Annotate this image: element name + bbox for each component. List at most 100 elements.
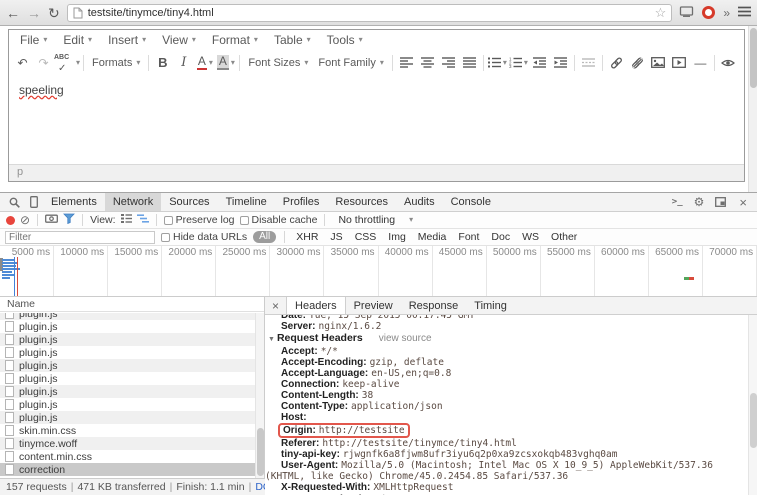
name-column-header[interactable]: Name <box>0 297 264 312</box>
requests-scrollbar[interactable] <box>255 313 264 478</box>
clear-icon[interactable]: ⊘ <box>20 214 30 226</box>
bullet-list-button[interactable]: ▾ <box>487 52 508 73</box>
horizontal-rule-button[interactable]: — <box>690 52 711 73</box>
element-path[interactable]: p <box>17 166 23 178</box>
hide-data-urls-checkbox[interactable] <box>161 233 170 242</box>
table-row[interactable]: plugin.js <box>0 411 255 424</box>
overflow-chevron-icon[interactable]: » <box>723 6 730 20</box>
view-source-link[interactable]: view source <box>379 333 432 344</box>
menu-edit[interactable]: Edit▾ <box>55 30 100 50</box>
tab-preview[interactable]: Preview <box>346 297 401 314</box>
bookmark-star-icon[interactable]: ☆ <box>655 6 667 19</box>
table-row-selected[interactable]: correction <box>0 463 255 476</box>
font-sizes-dropdown[interactable]: Font Sizes▾ <box>243 52 313 73</box>
bold-button[interactable]: B <box>152 52 173 73</box>
console-drawer-icon[interactable]: >_ <box>667 197 688 207</box>
gear-icon[interactable]: ⚙ <box>690 195 709 209</box>
table-row[interactable]: plugin.js <box>0 359 255 372</box>
filter-type-css[interactable]: CSS <box>352 231 380 243</box>
align-left-button[interactable] <box>396 52 417 73</box>
screenshots-icon[interactable] <box>45 214 58 226</box>
close-details-icon[interactable]: × <box>265 299 286 313</box>
text-color-button[interactable]: A▾ <box>194 52 215 73</box>
outdent-button[interactable] <box>529 52 550 73</box>
menu-file[interactable]: File▾ <box>12 30 55 50</box>
filter-type-other[interactable]: Other <box>548 231 580 243</box>
tab-timing[interactable]: Timing <box>466 297 515 314</box>
tab-network[interactable]: Network <box>105 193 161 211</box>
view-waterfall-icon[interactable] <box>137 214 149 226</box>
tab-console[interactable]: Console <box>443 193 499 211</box>
disable-cache-toggle[interactable]: Disable cache <box>240 214 318 226</box>
network-overview[interactable]: 5000 ms 10000 ms 15000 ms 20000 ms 25000… <box>0 246 757 297</box>
page-break-button[interactable] <box>578 52 599 73</box>
filter-type-media[interactable]: Media <box>415 231 450 243</box>
dock-side-icon[interactable] <box>710 197 731 207</box>
back-button[interactable]: ← <box>6 6 20 20</box>
table-row[interactable]: plugin.js <box>0 313 255 320</box>
align-center-button[interactable] <box>417 52 438 73</box>
record-button[interactable] <box>6 216 15 225</box>
tab-audits[interactable]: Audits <box>396 193 443 211</box>
tab-response[interactable]: Response <box>401 297 467 314</box>
align-right-button[interactable] <box>438 52 459 73</box>
table-row[interactable]: skin.min.css <box>0 424 255 437</box>
filter-type-font[interactable]: Font <box>455 231 482 243</box>
table-row[interactable]: plugin.js <box>0 398 255 411</box>
filter-type-img[interactable]: Img <box>385 231 409 243</box>
details-scrollbar[interactable] <box>748 315 757 495</box>
background-color-button[interactable]: A▾ <box>215 52 236 73</box>
font-family-dropdown[interactable]: Font Family▾ <box>313 52 388 73</box>
preview-button[interactable] <box>718 52 739 73</box>
redo-button[interactable]: ↷ <box>33 52 54 73</box>
table-row[interactable]: plugin.js <box>0 385 255 398</box>
spellcheck-button[interactable]: ABC ✓ ▾ <box>54 52 80 73</box>
numbered-list-button[interactable]: 123▾ <box>508 52 529 73</box>
menu-table[interactable]: Table▾ <box>266 30 319 50</box>
filter-type-doc[interactable]: Doc <box>488 231 513 243</box>
device-toolbar-icon[interactable] <box>25 196 43 208</box>
disable-cache-checkbox[interactable] <box>240 216 249 225</box>
filter-type-js[interactable]: JS <box>327 231 345 243</box>
details-scrollbar-thumb[interactable] <box>750 393 757 448</box>
extension-icon[interactable] <box>702 6 715 19</box>
page-scrollbar[interactable] <box>748 26 757 192</box>
menu-format[interactable]: Format▾ <box>204 30 266 50</box>
italic-button[interactable]: I <box>173 52 194 73</box>
preserve-log-toggle[interactable]: Preserve log <box>164 214 235 226</box>
throttling-dropdown[interactable]: No throttling ▾ <box>332 214 419 226</box>
table-row[interactable]: plugin.js <box>0 320 255 333</box>
filter-type-xhr[interactable]: XHR <box>293 231 321 243</box>
inspect-search-icon[interactable] <box>4 197 25 208</box>
page-scrollbar-thumb[interactable] <box>750 28 757 88</box>
screencast-icon[interactable] <box>679 4 694 22</box>
align-justify-button[interactable] <box>459 52 480 73</box>
menu-tools[interactable]: Tools▾ <box>319 30 371 50</box>
tab-sources[interactable]: Sources <box>161 193 217 211</box>
menu-insert[interactable]: Insert▾ <box>100 30 154 50</box>
preserve-log-checkbox[interactable] <box>164 216 173 225</box>
menu-icon[interactable] <box>738 4 751 22</box>
undo-button[interactable]: ↶ <box>12 52 33 73</box>
forward-button[interactable]: → <box>27 6 41 20</box>
tab-timeline[interactable]: Timeline <box>218 193 275 211</box>
indent-button[interactable] <box>550 52 571 73</box>
address-bar[interactable]: testsite/tinymce/tiny4.html ☆ <box>67 4 673 22</box>
tab-headers[interactable]: Headers <box>286 297 346 314</box>
hide-data-urls-toggle[interactable]: Hide data URLs <box>161 231 247 243</box>
insert-image-button[interactable] <box>648 52 669 73</box>
reload-button[interactable]: ↻ <box>48 6 60 20</box>
table-row[interactable]: content.min.css <box>0 450 255 463</box>
tab-resources[interactable]: Resources <box>327 193 396 211</box>
filter-type-ws[interactable]: WS <box>519 231 542 243</box>
formats-dropdown[interactable]: Formats▾ <box>87 52 145 73</box>
filter-funnel-icon[interactable] <box>63 213 75 227</box>
requests-scrollbar-thumb[interactable] <box>257 428 264 476</box>
misspelled-word[interactable]: speeling <box>19 83 64 97</box>
close-icon[interactable]: × <box>733 195 753 210</box>
table-row[interactable]: plugin.js <box>0 372 255 385</box>
menu-view[interactable]: View▾ <box>154 30 204 50</box>
remove-link-button[interactable] <box>627 52 648 73</box>
insert-media-button[interactable] <box>669 52 690 73</box>
url-text[interactable]: testsite/tinymce/tiny4.html <box>88 7 214 19</box>
